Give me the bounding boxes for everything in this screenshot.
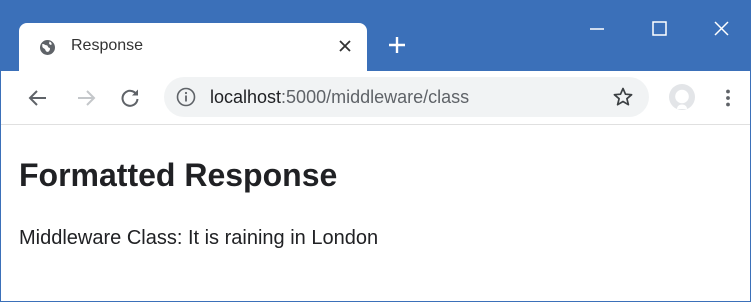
reload-icon[interactable] [119, 87, 141, 109]
browser-window: Response localhost:5000/middleware/class… [0, 0, 751, 302]
close-icon[interactable] [337, 38, 353, 54]
page-message: Middleware Class: It is raining in Londo… [19, 227, 379, 249]
avatar-icon[interactable] [668, 83, 696, 111]
page-heading: Formatted Response [19, 157, 338, 193]
minimize-icon[interactable] [567, 1, 627, 57]
arrow-right-icon[interactable] [75, 87, 97, 109]
address-bar[interactable]: localhost:5000/middleware/class [164, 77, 649, 117]
url-host: localhost [210, 87, 282, 107]
title-bar: Response [1, 1, 750, 71]
page-content: Formatted Response Middleware Class: It … [1, 125, 750, 301]
maximize-icon[interactable] [629, 1, 689, 57]
arrow-left-icon[interactable] [27, 87, 49, 109]
tab-response[interactable]: Response [19, 23, 367, 71]
tab-title: Response [71, 37, 144, 54]
info-icon[interactable] [176, 87, 196, 107]
url-path: :5000/middleware/class [281, 87, 470, 107]
close-window-icon[interactable] [691, 1, 751, 57]
star-icon[interactable] [611, 85, 635, 109]
url-text[interactable]: localhost:5000/middleware/class [210, 87, 469, 108]
browser-toolbar: localhost:5000/middleware/class [1, 71, 750, 125]
globe-icon [40, 40, 55, 55]
plus-icon[interactable] [387, 35, 407, 55]
kebab-menu-icon[interactable] [717, 87, 739, 109]
